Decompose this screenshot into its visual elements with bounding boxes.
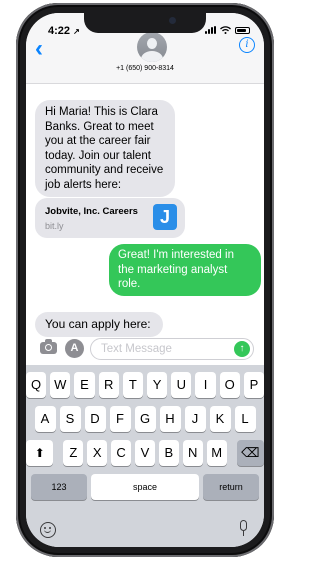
key-g[interactable]: G (134, 406, 156, 432)
phone-frame: 4:22 ↗ ‹ +1 (650) 900-8314 i Hi Maria! T… (16, 3, 274, 557)
key-i[interactable]: I (195, 372, 216, 398)
key-w[interactable]: W (50, 372, 71, 398)
person-avatar-icon (147, 38, 157, 49)
camera-icon[interactable] (40, 339, 57, 354)
key-r[interactable]: R (98, 372, 119, 398)
emoji-icon[interactable] (40, 522, 56, 538)
key-b[interactable]: B (158, 440, 179, 466)
signal-icon (205, 26, 216, 34)
key-f[interactable]: F (109, 406, 131, 432)
message-input[interactable] (101, 341, 211, 357)
app-store-icon[interactable]: A (65, 339, 84, 358)
message-field[interactable]: ↑ (90, 338, 254, 360)
numbers-key[interactable]: 123 (31, 474, 87, 500)
key-c[interactable]: C (111, 440, 132, 466)
send-button[interactable]: ↑ (234, 341, 250, 357)
key-y[interactable]: Y (147, 372, 168, 398)
keyboard: Q W E R T Y U I O P A S D F G H J K L ⬆ … (26, 365, 264, 547)
info-button[interactable]: i (239, 37, 255, 53)
keyboard-row-1: Q W E R T Y U I O P (26, 372, 264, 398)
incoming-message[interactable]: You can apply here: (35, 312, 163, 337)
jobvite-logo: J (153, 204, 177, 230)
key-n[interactable]: N (182, 440, 203, 466)
link-preview-card[interactable]: Jobvite, Inc. Careers bit.ly J (35, 198, 185, 238)
status-time: 4:22 ↗ (48, 25, 80, 37)
link-preview-title: Jobvite, Inc. Careers (45, 206, 138, 217)
key-a[interactable]: A (34, 406, 56, 432)
outgoing-message[interactable]: Great! I'm interested in the marketing a… (109, 244, 261, 296)
key-j[interactable]: J (184, 406, 206, 432)
microphone-icon[interactable] (240, 520, 247, 536)
contact-avatar[interactable] (137, 32, 167, 62)
notch (84, 13, 206, 33)
shift-key[interactable]: ⬆ (26, 440, 54, 466)
battery-icon (235, 26, 250, 34)
compose-bar: A ↑ (26, 338, 264, 362)
phone-screen: 4:22 ↗ ‹ +1 (650) 900-8314 i Hi Maria! T… (26, 13, 264, 547)
key-d[interactable]: D (84, 406, 106, 432)
key-e[interactable]: E (74, 372, 95, 398)
key-h[interactable]: H (159, 406, 181, 432)
link-preview-url: bit.ly (45, 221, 64, 231)
key-s[interactable]: S (59, 406, 81, 432)
contact-number[interactable]: +1 (650) 900-8314 (26, 65, 264, 72)
key-k[interactable]: K (209, 406, 231, 432)
key-u[interactable]: U (171, 372, 192, 398)
status-time-text: 4:22 (48, 25, 71, 37)
key-x[interactable]: X (87, 440, 108, 466)
back-button[interactable]: ‹ (35, 37, 43, 61)
key-l[interactable]: L (234, 406, 256, 432)
location-arrow-icon: ↗ (73, 27, 80, 36)
keyboard-row-2: A S D F G H J K L (26, 406, 264, 432)
front-camera-icon (169, 17, 176, 24)
key-t[interactable]: T (122, 372, 143, 398)
key-q[interactable]: Q (26, 372, 47, 398)
wifi-icon (220, 26, 231, 34)
key-p[interactable]: P (243, 372, 264, 398)
key-v[interactable]: V (135, 440, 155, 466)
return-key[interactable]: return (203, 474, 259, 500)
status-icons (205, 26, 250, 34)
key-m[interactable]: M (206, 440, 227, 466)
key-o[interactable]: O (219, 372, 240, 398)
space-key[interactable]: space (91, 474, 199, 500)
key-z[interactable]: Z (63, 440, 84, 466)
keyboard-row-3: ⬆ Z X C V B N M ⌫ (26, 440, 264, 466)
incoming-message[interactable]: Hi Maria! This is Clara Banks. Great to … (35, 100, 175, 197)
keyboard-row-4: 123 space return (26, 474, 264, 500)
backspace-key[interactable]: ⌫ (236, 440, 264, 466)
